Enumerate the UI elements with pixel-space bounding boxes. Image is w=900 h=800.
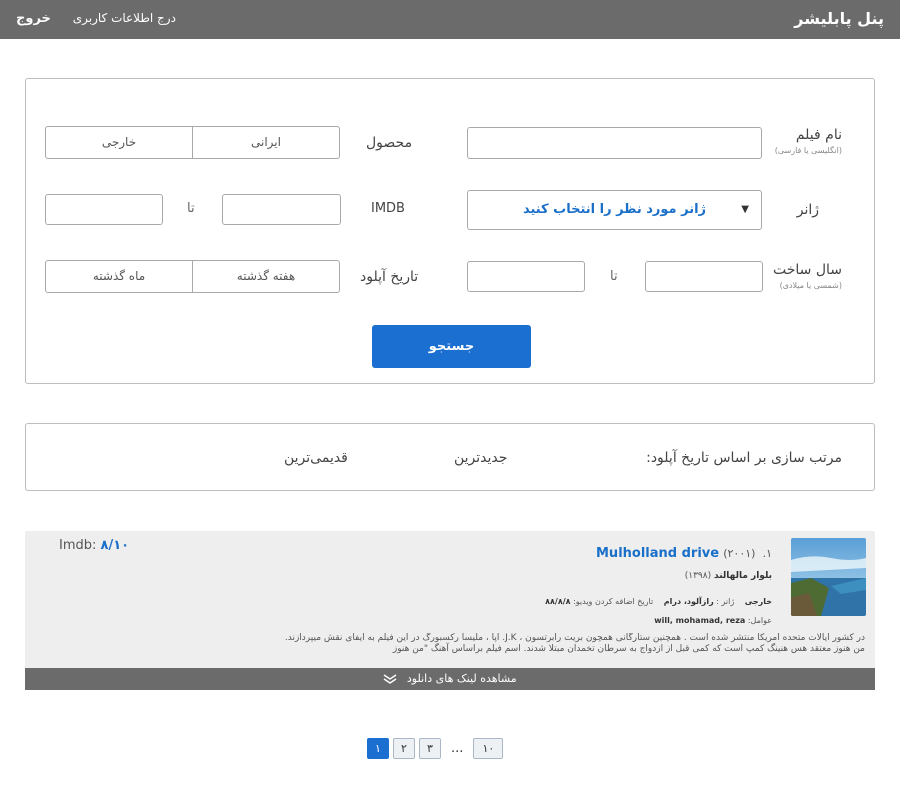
film-name-hint: (انگلیسی یا فارسی)	[774, 146, 842, 155]
film-description-line2: من هنوز معتقد هس هنینگ کمپ است که کمی قب…	[392, 644, 865, 654]
film-thumbnail[interactable]	[791, 538, 866, 616]
genre-placeholder: ژانر مورد نظر را انتخاب کنید	[522, 202, 707, 217]
top-bar: پنل پابلیشر درج اطلاعات کاربری خروج	[0, 0, 900, 39]
page-1-button[interactable]: ۱	[367, 737, 389, 759]
film-name-label-group: نام فیلم (انگلیسی یا فارسی)	[775, 127, 842, 155]
panel-title: پنل پابلیشر	[794, 9, 884, 28]
double-chevron-down-icon	[383, 672, 397, 685]
sort-newest-option[interactable]: جدیدترین	[454, 450, 507, 466]
film-description-line1: در کشور ایالات متحده امریکا منتشر شده اس…	[284, 633, 865, 643]
logout-link[interactable]: خروج	[16, 11, 51, 26]
pagination-ellipsis: ...	[451, 740, 464, 756]
film-name-label: نام فیلم	[795, 127, 842, 143]
year-label-group: سال ساخت (شمسی یا میلادی)	[773, 262, 842, 290]
film-number: ۱.	[762, 547, 772, 560]
sort-oldest-option[interactable]: قدیمی‌ترین	[284, 450, 348, 466]
film-persian-name: بلوار مالهالند	[714, 571, 772, 581]
upload-last-month-option[interactable]: ماه گذشته	[46, 261, 192, 292]
film-persian-title: بلوار مالهالند (۱۳۹۸)	[685, 571, 772, 581]
year-to-input[interactable]	[467, 261, 585, 292]
caret-down-icon: ▼	[741, 204, 749, 215]
film-card: ۱. Mulholland drive (۲۰۰۱) بلوار مالهالن…	[25, 531, 875, 690]
product-label: محصول	[366, 135, 413, 151]
film-persian-year: (۱۳۹۸)	[684, 571, 712, 581]
film-genre-label: ژانر :	[716, 597, 735, 606]
film-title-row: ۱. Mulholland drive (۲۰۰۱)	[596, 546, 772, 561]
film-title-link[interactable]: Mulholland drive	[596, 546, 719, 561]
imdb-rating-value: ۸/۱۰	[100, 538, 130, 553]
film-info-row: خارجی ژانر : رازآلود، درام تاریخ اضافه ک…	[545, 597, 772, 606]
genre-label: ژانر	[796, 202, 819, 218]
film-origin: خارجی	[744, 597, 772, 606]
film-crew-row: عوامل: will, mohamad, reza	[654, 616, 772, 625]
imdb-label: IMDB	[371, 201, 405, 216]
film-added-date: ۸۸/۸/۸	[545, 597, 571, 606]
film-name-input[interactable]	[467, 127, 762, 159]
film-added-label: تاریخ اضافه کردن ویدیو:	[573, 597, 654, 606]
genre-select[interactable]: ژانر مورد نظر را انتخاب کنید ▼	[467, 190, 762, 230]
imdb-max-input[interactable]	[222, 194, 341, 225]
download-links-label: مشاهده لینک های دانلود	[406, 672, 517, 685]
upload-date-toggle: ماه گذشته هفته گذشته	[45, 260, 340, 293]
film-genre: رازآلود، درام	[663, 597, 714, 606]
year-from-input[interactable]	[645, 261, 763, 292]
film-crew-label: عوامل:	[747, 616, 772, 625]
header-links: درج اطلاعات کاربری خروج	[16, 11, 176, 26]
imdb-to-label: تا	[187, 201, 195, 216]
product-toggle: خارجی ایرانی	[45, 126, 340, 159]
upload-date-label: تاریخ آپلود	[360, 269, 419, 285]
page-2-button[interactable]: ۲	[393, 737, 415, 759]
imdb-min-input[interactable]	[45, 194, 163, 225]
page-3-button[interactable]: ۳	[419, 737, 441, 759]
year-to-label: تا	[610, 269, 618, 284]
sort-panel: مرتب سازی بر اساس تاریخ آپلود: جدیدترین …	[25, 423, 875, 491]
profile-link[interactable]: درج اطلاعات کاربری	[73, 11, 176, 25]
product-iranian-option[interactable]: ایرانی	[192, 127, 339, 158]
film-crew: will, mohamad, reza	[654, 616, 746, 625]
film-description: در کشور ایالات متحده امریکا منتشر شده اس…	[35, 633, 865, 655]
search-panel: نام فیلم (انگلیسی یا فارسی) محصول خارجی …	[25, 78, 875, 384]
imdb-rating-label: Imdb:	[59, 538, 97, 553]
year-label: سال ساخت	[772, 262, 842, 278]
upload-last-week-option[interactable]: هفته گذشته	[192, 261, 339, 292]
thumbnail-image	[791, 538, 866, 616]
product-foreign-option[interactable]: خارجی	[46, 127, 192, 158]
film-year: (۲۰۰۱)	[723, 547, 756, 560]
page-last-button[interactable]: ۱۰	[473, 737, 504, 759]
pagination: ۱ ۲ ۳ ... ۱۰	[367, 737, 507, 759]
year-hint: (شمسی یا میلادی)	[779, 281, 842, 290]
sort-label: مرتب سازی بر اساس تاریخ آپلود:	[646, 450, 842, 466]
download-links-button[interactable]: مشاهده لینک های دانلود	[25, 668, 875, 690]
search-button[interactable]: جستجو	[372, 325, 531, 368]
film-imdb-rating: Imdb: ۸/۱۰	[59, 538, 129, 553]
